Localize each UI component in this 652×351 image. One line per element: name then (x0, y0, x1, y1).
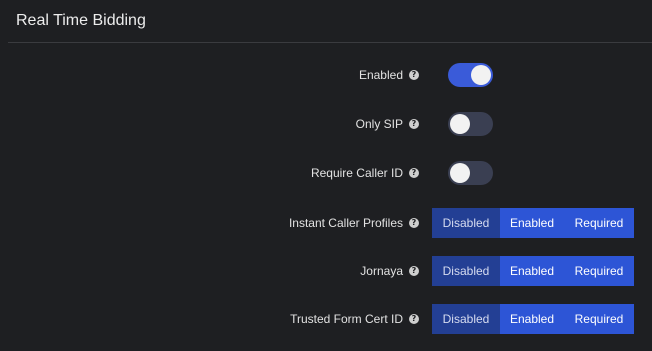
setting-label-group: Only SIP ? (356, 108, 419, 140)
panel-header: Real Time Bidding (0, 0, 652, 42)
setting-label-instant-caller-profiles: Instant Caller Profiles (288, 216, 403, 230)
real-time-bidding-panel: Real Time Bidding Enabled ? Only SIP ? R… (0, 0, 652, 351)
require-caller-id-toggle[interactable] (448, 161, 493, 185)
question-circle-icon[interactable]: ? (409, 168, 419, 178)
option-enabled[interactable]: Enabled (500, 256, 564, 286)
toggle-knob (471, 65, 491, 85)
setting-row-instant-caller-profiles: Instant Caller Profiles ? Disabled Enabl… (0, 207, 652, 239)
jornaya-segmented: Disabled Enabled Required (432, 256, 634, 286)
setting-label-only-sip: Only SIP (355, 117, 403, 131)
option-enabled[interactable]: Enabled (500, 208, 564, 238)
instant-caller-profiles-segmented: Disabled Enabled Required (432, 208, 634, 238)
toggle-knob (450, 114, 470, 134)
option-enabled[interactable]: Enabled (500, 304, 564, 334)
option-disabled[interactable]: Disabled (432, 304, 500, 334)
setting-label-group: Require Caller ID ? (311, 157, 419, 189)
setting-label-group: Trusted Form Cert ID ? (290, 303, 419, 335)
setting-label-require-caller-id: Require Caller ID (310, 166, 403, 180)
page-title: Real Time Bidding (16, 12, 146, 29)
option-disabled[interactable]: Disabled (432, 256, 500, 286)
trusted-form-cert-id-segmented: Disabled Enabled Required (432, 304, 634, 334)
setting-label-enabled: Enabled (358, 68, 403, 82)
setting-label-group: Instant Caller Profiles ? (289, 207, 419, 239)
question-circle-icon[interactable]: ? (409, 314, 419, 324)
option-required[interactable]: Required (564, 208, 634, 238)
setting-label-jornaya: Jornaya (360, 264, 403, 278)
toggle-knob (450, 163, 470, 183)
setting-row-only-sip: Only SIP ? (0, 108, 652, 140)
header-divider (8, 42, 652, 43)
option-required[interactable]: Required (564, 304, 634, 334)
setting-row-jornaya: Jornaya ? Disabled Enabled Required (0, 255, 652, 287)
question-circle-icon[interactable]: ? (409, 266, 419, 276)
question-circle-icon[interactable]: ? (409, 218, 419, 228)
setting-row-require-caller-id: Require Caller ID ? (0, 157, 652, 189)
setting-label-group: Jornaya ? (360, 255, 419, 287)
setting-row-enabled: Enabled ? (0, 59, 652, 91)
setting-label-trusted-form-cert-id: Trusted Form Cert ID (290, 312, 403, 326)
setting-row-trusted-form-cert-id: Trusted Form Cert ID ? Disabled Enabled … (0, 303, 652, 335)
question-circle-icon[interactable]: ? (409, 70, 419, 80)
enabled-toggle[interactable] (448, 63, 493, 87)
option-required[interactable]: Required (564, 256, 634, 286)
only-sip-toggle[interactable] (448, 112, 493, 136)
question-circle-icon[interactable]: ? (409, 119, 419, 129)
setting-label-group: Enabled ? (359, 59, 419, 91)
option-disabled[interactable]: Disabled (432, 208, 500, 238)
